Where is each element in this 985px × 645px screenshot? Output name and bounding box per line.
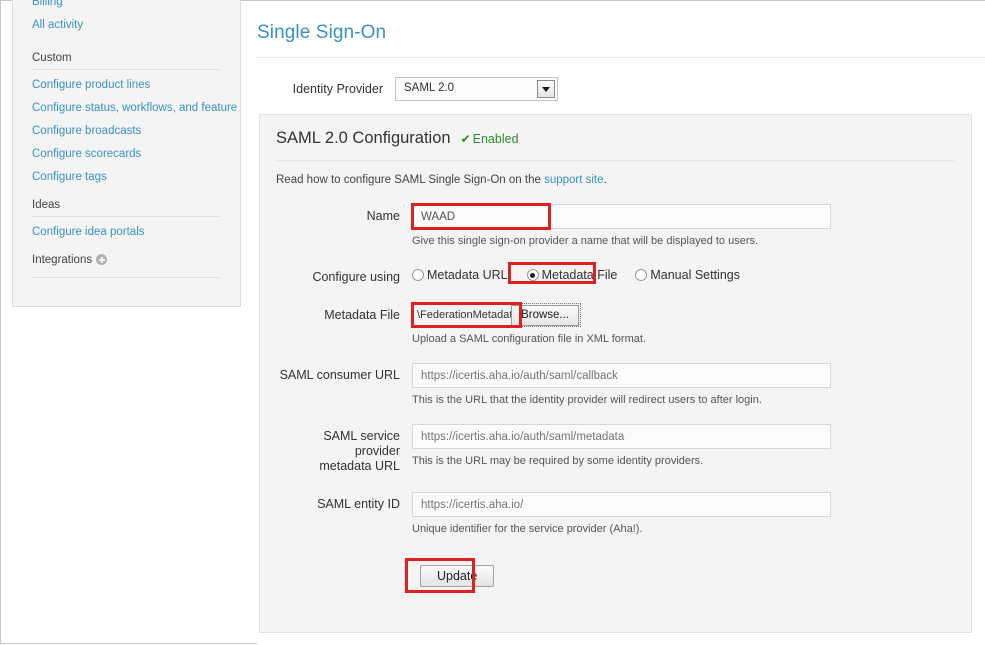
sp-metadata-url-help-text: This is the URL may be required by some … bbox=[412, 455, 955, 467]
radio-metadata-url-label: Metadata URL bbox=[427, 268, 508, 282]
update-row: Update bbox=[276, 565, 955, 587]
radio-manual-settings-label: Manual Settings bbox=[650, 268, 740, 282]
sidebar-item-all-activity[interactable]: All activity bbox=[32, 13, 221, 36]
consumer-url-label: SAML consumer URL bbox=[276, 363, 412, 383]
sidebar-heading-custom: Custom bbox=[32, 36, 221, 70]
intro-text-before: Read how to configure SAML Single Sign-O… bbox=[276, 174, 544, 186]
sp-metadata-url-label: SAML service provider metadata URL bbox=[276, 424, 412, 474]
checkmark-icon: ✔ bbox=[461, 132, 471, 146]
file-upload-control[interactable]: \FederationMetadata.xml Browse... bbox=[412, 303, 581, 327]
panel-header: SAML 2.0 Configuration ✔Enabled bbox=[276, 115, 955, 148]
saml-configuration-panel: SAML 2.0 Configuration ✔Enabled Read how… bbox=[259, 114, 972, 633]
identity-provider-label: Identity Provider bbox=[257, 82, 395, 96]
sidebar-item-billing[interactable]: Billing bbox=[32, 0, 221, 13]
metadata-file-label: Metadata File bbox=[276, 303, 412, 323]
entity-id-input[interactable] bbox=[412, 492, 831, 517]
sidebar-heading-ideas: Ideas bbox=[32, 188, 221, 217]
plus-circle-icon[interactable] bbox=[96, 254, 107, 265]
name-input[interactable] bbox=[412, 204, 831, 229]
sidebar-item-configure-status-workflows[interactable]: Configure status, workflows, and feature… bbox=[32, 96, 221, 119]
radio-dot-icon[interactable] bbox=[412, 269, 424, 281]
chevron-down-icon[interactable] bbox=[537, 80, 555, 98]
entity-id-row: SAML entity ID Unique identifier for the… bbox=[276, 492, 955, 535]
consumer-url-help-text: This is the URL that the identity provid… bbox=[412, 394, 955, 406]
update-button-wrap: Update bbox=[412, 565, 494, 587]
configure-using-radio-group: Metadata URL Metadata File Manual Settin… bbox=[412, 265, 955, 282]
sidebar-item-configure-broadcasts[interactable]: Configure broadcasts bbox=[32, 119, 221, 142]
radio-dot-selected-icon[interactable] bbox=[527, 269, 539, 281]
identity-provider-value: SAML 2.0 bbox=[404, 82, 454, 94]
configure-using-label: Configure using bbox=[276, 265, 412, 285]
radio-dot-icon[interactable] bbox=[635, 269, 647, 281]
sp-metadata-url-field-wrap: This is the URL may be required by some … bbox=[412, 424, 955, 467]
intro-text-after: . bbox=[604, 174, 607, 186]
update-button[interactable]: Update bbox=[420, 565, 494, 587]
sidebar-heading-integrations[interactable]: Integrations bbox=[32, 243, 221, 271]
status-badge-label: Enabled bbox=[473, 132, 519, 146]
name-label: Name bbox=[276, 204, 412, 224]
consumer-url-input[interactable] bbox=[412, 363, 831, 388]
name-field-wrap: Give this single sign-on provider a name… bbox=[412, 204, 955, 247]
main-content: Single Sign-On Identity Provider SAML 2.… bbox=[257, 1, 985, 645]
entity-id-field-wrap: Unique identifier for the service provid… bbox=[412, 492, 955, 535]
page-title: Single Sign-On bbox=[257, 1, 985, 44]
update-spacer bbox=[276, 565, 412, 587]
radio-metadata-file[interactable]: Metadata File bbox=[527, 268, 618, 282]
sp-metadata-url-label-line2: metadata URL bbox=[319, 459, 400, 473]
sidebar-item-configure-scorecards[interactable]: Configure scorecards bbox=[32, 142, 221, 165]
sidebar-item-configure-tags[interactable]: Configure tags bbox=[32, 165, 221, 188]
name-help-text: Give this single sign-on provider a name… bbox=[412, 235, 955, 247]
consumer-url-field-wrap: This is the URL that the identity provid… bbox=[412, 363, 955, 406]
radio-metadata-file-label: Metadata File bbox=[542, 268, 618, 282]
radio-metadata-url[interactable]: Metadata URL bbox=[412, 268, 508, 282]
configure-using-row: Configure using Metadata URL Metadata Fi… bbox=[276, 265, 955, 285]
support-site-link[interactable]: support site bbox=[544, 174, 603, 186]
browse-button[interactable]: Browse... bbox=[511, 305, 579, 326]
entity-id-label: SAML entity ID bbox=[276, 492, 412, 512]
name-row: Name Give this single sign-on provider a… bbox=[276, 204, 955, 247]
sp-metadata-url-label-line1: SAML service provider bbox=[323, 429, 400, 458]
metadata-file-field-wrap: \FederationMetadata.xml Browse... Upload… bbox=[412, 303, 955, 345]
consumer-url-row: SAML consumer URL This is the URL that t… bbox=[276, 363, 955, 406]
identity-provider-row: Identity Provider SAML 2.0 bbox=[257, 58, 985, 101]
file-name-text: \FederationMetadata.xml bbox=[413, 304, 511, 326]
identity-provider-select[interactable]: SAML 2.0 bbox=[395, 77, 558, 101]
settings-sidebar: Billing All activity Custom Configure pr… bbox=[12, 0, 241, 307]
sidebar-heading-integrations-label: Integrations bbox=[32, 254, 92, 266]
status-badge: ✔Enabled bbox=[461, 132, 519, 146]
sidebar-item-configure-idea-portals[interactable]: Configure idea portals bbox=[32, 220, 221, 243]
sidebar-divider bbox=[32, 277, 221, 278]
intro-text: Read how to configure SAML Single Sign-O… bbox=[276, 161, 955, 186]
panel-title: SAML 2.0 Configuration bbox=[276, 129, 451, 148]
entity-id-help-text: Unique identifier for the service provid… bbox=[412, 523, 955, 535]
radio-manual-settings[interactable]: Manual Settings bbox=[635, 268, 740, 282]
configure-using-field-wrap: Metadata URL Metadata File Manual Settin… bbox=[412, 265, 955, 282]
sp-metadata-url-row: SAML service provider metadata URL This … bbox=[276, 424, 955, 474]
metadata-file-row: Metadata File \FederationMetadata.xml Br… bbox=[276, 303, 955, 345]
sidebar-item-configure-product-lines[interactable]: Configure product lines bbox=[32, 73, 221, 96]
metadata-file-help-text: Upload a SAML configuration file in XML … bbox=[412, 333, 955, 345]
sp-metadata-url-input[interactable] bbox=[412, 424, 831, 449]
